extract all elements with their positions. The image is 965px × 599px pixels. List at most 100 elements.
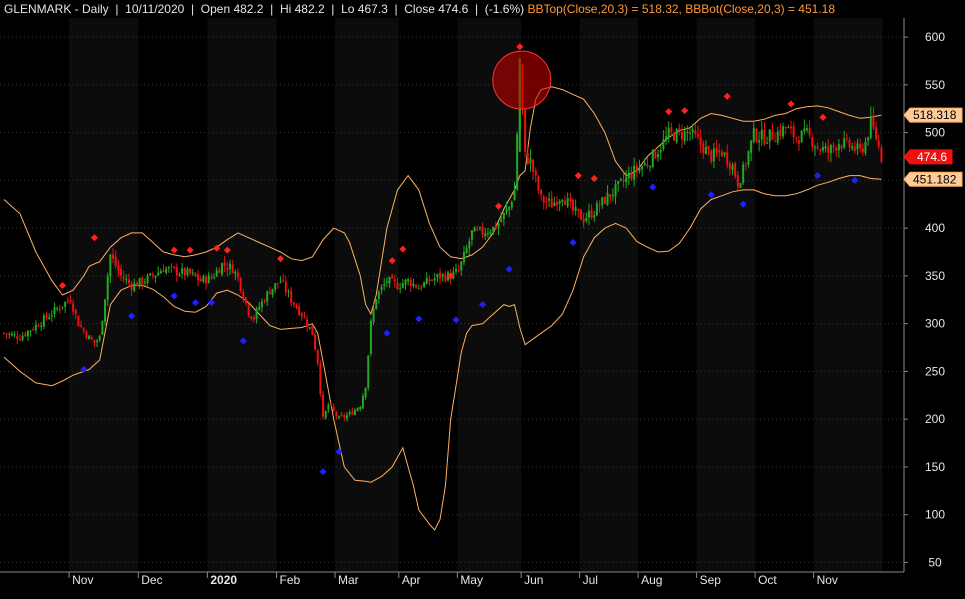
candle-body xyxy=(524,108,527,152)
candle-body xyxy=(848,139,851,148)
candle-body xyxy=(704,146,707,155)
candle-body xyxy=(16,336,19,340)
candle-body xyxy=(141,277,144,285)
candle-body xyxy=(292,302,295,305)
candle-body xyxy=(540,190,543,195)
candle-body xyxy=(290,290,293,303)
candle-body xyxy=(784,126,787,129)
candle-body xyxy=(867,137,870,141)
candle-body xyxy=(3,332,5,334)
candle-body xyxy=(502,212,505,219)
candle-body xyxy=(478,227,481,229)
candle-body xyxy=(393,279,396,282)
candle-body xyxy=(497,223,500,228)
candle-body xyxy=(508,206,511,211)
candle-body xyxy=(287,291,290,293)
y-tick-label: 150 xyxy=(925,460,945,474)
candle-body xyxy=(88,335,91,340)
candle-body xyxy=(218,270,221,273)
price-label-text: 518.318 xyxy=(913,108,957,122)
candle-body xyxy=(252,317,255,320)
candle-body xyxy=(431,279,434,281)
candle-body xyxy=(643,163,646,166)
candle-body xyxy=(593,215,596,218)
candle-body xyxy=(739,182,742,188)
candle-body xyxy=(24,333,27,336)
candle-body xyxy=(728,163,731,169)
candle-body xyxy=(837,144,840,151)
candle-body xyxy=(197,274,200,281)
candle-body xyxy=(96,340,99,343)
candle-body xyxy=(175,267,178,276)
candle-body xyxy=(755,128,758,142)
candle-body xyxy=(654,151,657,159)
candle-body xyxy=(662,139,665,149)
candle-body xyxy=(170,265,173,267)
candle-body xyxy=(213,277,216,279)
y-tick-label: 600 xyxy=(925,30,945,44)
candle-body xyxy=(441,274,444,277)
x-tick-label: Nov xyxy=(817,573,838,587)
month-shade xyxy=(579,18,639,572)
candle-body xyxy=(534,170,537,176)
candle-body xyxy=(210,276,213,279)
candle-body xyxy=(774,140,777,142)
candle-body xyxy=(332,406,335,411)
price-chart[interactable]: 50100150200250300350400450500550600NovDe… xyxy=(0,0,965,599)
candle-body xyxy=(766,142,769,144)
x-tick-label: Jul xyxy=(583,573,598,587)
candle-body xyxy=(673,133,676,141)
candle-body xyxy=(510,201,513,208)
candle-body xyxy=(691,128,694,133)
candle-body xyxy=(37,325,40,327)
candle-body xyxy=(236,273,239,277)
candle-body xyxy=(688,132,691,134)
candle-body xyxy=(306,319,309,327)
candle-body xyxy=(558,200,561,204)
candle-body xyxy=(109,254,112,277)
candle-body xyxy=(808,128,811,136)
candle-body xyxy=(529,158,532,164)
candle-body xyxy=(603,197,606,204)
candle-body xyxy=(404,279,407,285)
candle-body xyxy=(864,141,867,154)
candle-body xyxy=(58,308,61,310)
candle-body xyxy=(369,320,372,354)
candle-body xyxy=(48,317,51,319)
candle-body xyxy=(782,126,785,137)
candle-body xyxy=(819,149,822,151)
candle-body xyxy=(641,166,644,170)
candle-body xyxy=(117,265,120,271)
candle-body xyxy=(226,267,229,270)
candle-body xyxy=(542,196,545,203)
candle-body xyxy=(627,173,630,179)
candle-body xyxy=(457,270,460,272)
candle-body xyxy=(151,274,154,277)
month-shade xyxy=(813,18,883,572)
y-tick-label: 200 xyxy=(925,412,945,426)
candle-body xyxy=(364,387,367,398)
candle-body xyxy=(191,272,194,274)
candle-body xyxy=(635,165,638,171)
candle-body xyxy=(587,211,590,218)
candle-body xyxy=(322,394,325,417)
price-label-text: 451.182 xyxy=(913,172,957,186)
candle-body xyxy=(869,116,872,138)
candle-body xyxy=(851,146,854,149)
candle-body xyxy=(561,200,564,203)
candle-body xyxy=(771,130,774,140)
candle-body xyxy=(268,291,271,295)
y-tick-label: 300 xyxy=(925,317,945,331)
candle-body xyxy=(165,268,168,273)
candle-body xyxy=(622,179,625,182)
candle-body xyxy=(13,334,16,336)
candle-body xyxy=(617,180,620,185)
candle-body xyxy=(734,163,737,177)
x-tick-label: Aug xyxy=(641,573,662,587)
candle-body xyxy=(577,208,580,211)
candle-body xyxy=(489,232,492,234)
candle-body xyxy=(383,283,386,286)
candle-body xyxy=(553,202,556,206)
candle-body xyxy=(239,277,242,292)
candle-body xyxy=(407,279,410,282)
